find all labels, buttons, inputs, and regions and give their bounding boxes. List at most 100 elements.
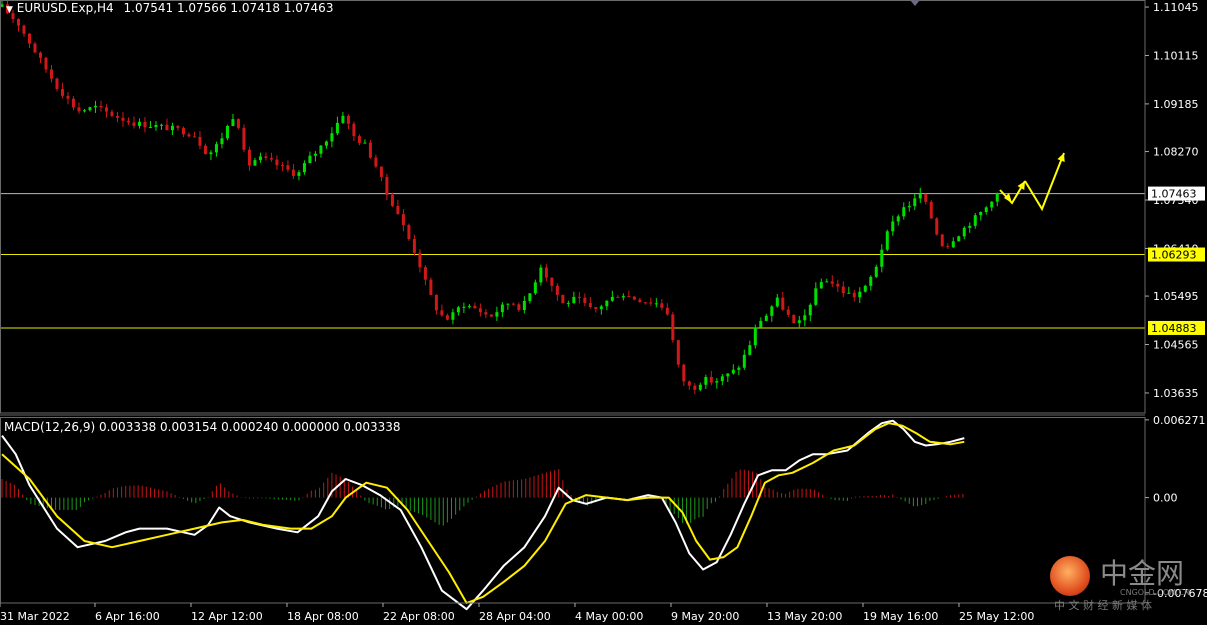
candle-body [363, 142, 367, 144]
candle-body [330, 133, 334, 142]
dropdown-triangle-icon[interactable]: ▼ [6, 5, 13, 15]
candle [830, 275, 834, 287]
candle-body [44, 57, 48, 70]
candle [269, 152, 273, 162]
candle-body [709, 376, 713, 383]
candle-body [33, 43, 37, 53]
candle [220, 132, 224, 149]
candle-body [401, 214, 405, 226]
candle-body [616, 296, 620, 298]
candle [720, 374, 724, 386]
candle [198, 131, 202, 150]
candle [693, 383, 697, 395]
candle-body [352, 123, 356, 137]
candle [544, 264, 548, 282]
candle [66, 92, 70, 105]
candle-body [632, 296, 636, 300]
macd-header: MACD(12,26,9) 0.003338 0.003154 0.000240… [4, 420, 401, 434]
candle-body [990, 201, 994, 208]
candle-body [577, 296, 581, 298]
candle-body [324, 141, 328, 146]
candle [704, 374, 708, 389]
candle-body [22, 25, 26, 34]
candle-body [852, 292, 856, 298]
candle [786, 306, 790, 317]
candle [209, 150, 213, 161]
candle-body [319, 145, 323, 154]
candle [660, 299, 664, 311]
candle-body [165, 124, 169, 131]
candle-body [275, 159, 279, 166]
axes: 1.110451.101151.091851.082701.073401.064… [0, 0, 1207, 623]
candle-body [973, 215, 977, 226]
candle-body [71, 98, 75, 108]
candle-body [715, 381, 719, 383]
candle-body [599, 306, 603, 309]
candle [154, 120, 158, 131]
candle [22, 24, 26, 37]
candle-body [154, 125, 158, 128]
candle-body [808, 304, 812, 316]
candle [121, 112, 125, 127]
candle [973, 212, 977, 229]
candle-body [594, 306, 598, 309]
candle-body [968, 225, 972, 228]
candle [280, 162, 284, 172]
candle-body [88, 107, 92, 111]
candle [605, 300, 609, 311]
x-tick-label: 31 Mar 2022 [0, 610, 70, 623]
x-tick-label: 18 Apr 08:00 [287, 610, 359, 623]
candle [71, 96, 75, 111]
candle [940, 233, 944, 247]
candle [649, 297, 653, 307]
candle-body [517, 304, 521, 311]
candle [962, 226, 966, 240]
candle-body [209, 152, 213, 155]
candle-body [946, 246, 950, 248]
candle [726, 373, 730, 383]
candle [495, 306, 499, 321]
candle [368, 139, 372, 159]
macd-histogram [1, 469, 964, 526]
candle [550, 277, 554, 292]
candle [352, 121, 356, 142]
candle-body [957, 236, 961, 242]
candle [671, 312, 675, 343]
candle-body [379, 166, 383, 177]
candle-body [60, 89, 64, 96]
candle-body [676, 340, 680, 365]
x-axis-labels: 31 Mar 2022 6 Apr 16:00 12 Apr 12:00 18 Apr… [0, 603, 1034, 623]
candle-body [951, 241, 955, 248]
candle [159, 123, 163, 130]
y-tick-label: 1.04565 [1153, 339, 1199, 352]
candle-body [66, 95, 70, 99]
candle [946, 243, 950, 250]
candle-body [335, 122, 339, 134]
watermark-site: CNGOLD.COM.CN [1120, 588, 1191, 597]
candle-body [434, 294, 438, 311]
candle-body [698, 384, 702, 390]
candle [236, 118, 240, 130]
candle-body [555, 285, 559, 295]
candle [500, 302, 504, 318]
candle [968, 222, 972, 233]
candle [506, 303, 510, 310]
candle [115, 112, 119, 123]
watermark: 中金网 CNGOLD.COM.CN 中 文 财 经 新 媒 体 [1050, 552, 1200, 612]
candle [407, 223, 411, 241]
candle [390, 192, 394, 208]
candle-body [231, 119, 235, 126]
candle-body [935, 218, 939, 235]
candle [192, 131, 196, 138]
x-tick-label: 22 Apr 08:00 [383, 610, 455, 623]
candle [676, 339, 680, 368]
candle-body [759, 320, 763, 328]
candle-body [627, 296, 631, 298]
candle-body [797, 320, 801, 324]
macd-panel [1, 419, 965, 611]
candle [610, 290, 614, 302]
candle-body [561, 294, 565, 304]
candle [27, 33, 31, 49]
candle [247, 146, 251, 171]
candle [984, 206, 988, 215]
